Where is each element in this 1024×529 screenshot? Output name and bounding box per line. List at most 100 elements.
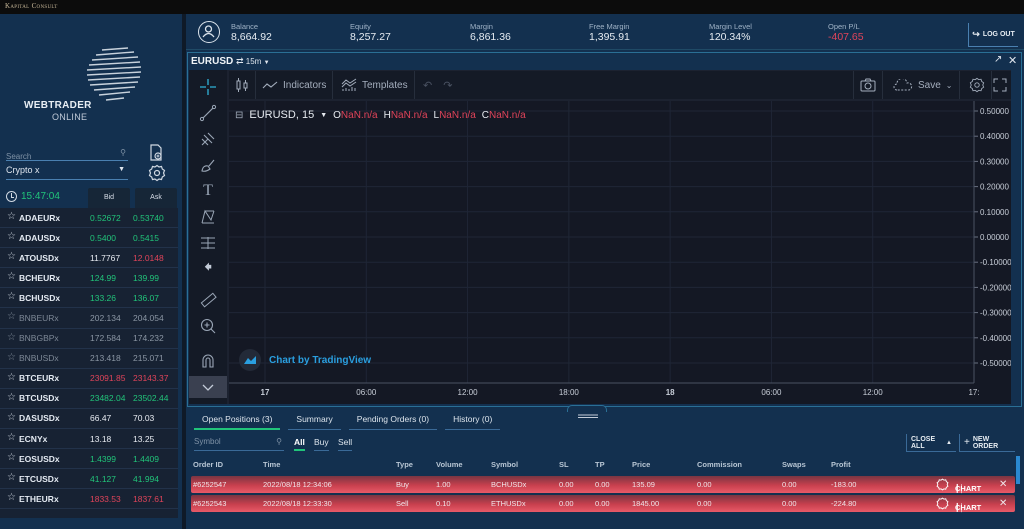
watchlist-bid[interactable]: 0.52672 bbox=[90, 213, 121, 223]
more-tools-chevron-icon[interactable] bbox=[189, 376, 227, 398]
column-header[interactable]: Commission bbox=[697, 460, 742, 469]
user-avatar-icon[interactable] bbox=[198, 21, 220, 43]
watchlist-ask[interactable]: 215.071 bbox=[133, 353, 164, 363]
watchlist-ask[interactable]: 174.232 bbox=[133, 333, 164, 343]
logout-button[interactable]: ↪ LOG OUT bbox=[968, 23, 1018, 47]
filter-all[interactable]: All bbox=[294, 437, 305, 451]
watchlist-ask[interactable]: 1837.61 bbox=[133, 494, 164, 504]
positions-tab[interactable]: Open Positions (3) bbox=[194, 412, 281, 430]
watchlist-bid[interactable]: 0.5400 bbox=[90, 233, 116, 243]
watchlist-ask[interactable]: 204.054 bbox=[133, 313, 164, 323]
star-icon[interactable]: ☆ bbox=[7, 291, 16, 302]
positions-scrollbar[interactable] bbox=[1016, 456, 1020, 484]
tradingview-attribution[interactable]: Chart by TradingView bbox=[239, 349, 371, 371]
new-order-button[interactable]: + NEW ORDER bbox=[959, 434, 1015, 452]
close-position-icon[interactable]: ✕ bbox=[999, 479, 1007, 490]
watchlist-row[interactable]: ☆ ADAUSDx 0.5400 0.5415 bbox=[0, 228, 178, 249]
watchlist-row[interactable]: ☆ ECNYx 13.18 13.25 bbox=[0, 429, 178, 450]
chart-type-button[interactable] bbox=[229, 71, 256, 99]
ruler-icon[interactable] bbox=[198, 290, 218, 310]
watchlist-ask[interactable]: 13.25 bbox=[133, 434, 154, 444]
close-all-button[interactable]: CLOSE ALL ▲ bbox=[906, 434, 956, 452]
legend-title[interactable]: EURUSD, 15 bbox=[249, 109, 314, 121]
positions-tab[interactable]: History (0) bbox=[445, 412, 501, 430]
close-position-icon[interactable]: ✕ bbox=[999, 498, 1007, 509]
watchlist-ask[interactable]: 70.03 bbox=[133, 413, 154, 423]
star-icon[interactable]: ☆ bbox=[7, 251, 16, 262]
symbol-search-input[interactable] bbox=[6, 152, 116, 161]
watchlist-row[interactable]: ☆ BCHUSDx 133.26 136.07 bbox=[0, 288, 178, 309]
modify-gear-icon[interactable] bbox=[936, 478, 949, 493]
star-icon[interactable]: ☆ bbox=[7, 352, 16, 363]
star-icon[interactable]: ☆ bbox=[7, 472, 16, 483]
settings-gear-icon[interactable] bbox=[148, 164, 166, 182]
filter-sell[interactable]: Sell bbox=[338, 437, 353, 451]
timeframe-select[interactable]: ⇄ 15m ▼ bbox=[236, 56, 270, 67]
star-icon[interactable]: ☆ bbox=[7, 452, 16, 463]
panel-resize-handle[interactable] bbox=[567, 405, 607, 418]
watchlist-bid[interactable]: 11.7767 bbox=[90, 253, 120, 263]
star-icon[interactable]: ☆ bbox=[7, 211, 16, 222]
watchlist-ask[interactable]: 41.994 bbox=[133, 474, 159, 484]
watchlist-bid[interactable]: 172.584 bbox=[90, 333, 121, 343]
position-row[interactable]: #6252543 2022/08/18 12:33:30 Sell 0.10 ETHUS… bbox=[191, 495, 1015, 512]
column-header[interactable]: SL bbox=[559, 460, 569, 469]
modify-gear-icon[interactable] bbox=[936, 497, 949, 512]
prediction-icon[interactable] bbox=[198, 233, 218, 253]
watchlist-ask[interactable]: 23502.44 bbox=[133, 393, 168, 403]
star-icon[interactable]: ☆ bbox=[7, 412, 16, 423]
symbol-search[interactable]: ⚲ bbox=[6, 146, 128, 161]
watchlist-row[interactable]: ☆ BNBEURx 202.134 204.054 bbox=[0, 308, 178, 329]
positions-search[interactable]: Symbol ⚲ bbox=[194, 437, 284, 451]
watchlist-ask[interactable]: 0.53740 bbox=[133, 213, 164, 223]
watchlist-bid[interactable]: 23482.04 bbox=[90, 393, 125, 403]
watchlist-row[interactable]: ☆ ADAEURx 0.52672 0.53740 bbox=[0, 208, 178, 229]
positions-search-input[interactable]: Symbol bbox=[194, 437, 221, 446]
fullscreen-button[interactable] bbox=[987, 71, 1013, 99]
star-icon[interactable]: ☆ bbox=[7, 392, 16, 403]
back-arrow-icon[interactable]: 🠸 bbox=[198, 259, 218, 279]
text-tool-icon[interactable]: T bbox=[198, 181, 218, 201]
column-header[interactable]: Swaps bbox=[782, 460, 806, 469]
watchlist-row[interactable]: ☆ EOSUSDx 1.4399 1.4409 bbox=[0, 449, 178, 470]
watchlist-row[interactable]: ☆ ETHEURx 1833.53 1837.61 bbox=[0, 489, 178, 510]
column-header[interactable]: Time bbox=[263, 460, 280, 469]
watchlist-bid[interactable]: 13.18 bbox=[90, 434, 111, 444]
close-icon[interactable]: ✕ bbox=[1008, 54, 1017, 67]
watchlist-row[interactable]: ☆ ATOUSDx 11.7767 12.0148 bbox=[0, 248, 178, 269]
filter-buy[interactable]: Buy bbox=[314, 437, 329, 451]
star-icon[interactable]: ☆ bbox=[7, 311, 16, 322]
bid-column-header[interactable]: Bid bbox=[88, 188, 130, 208]
watchlist-ask[interactable]: 23143.37 bbox=[133, 373, 168, 383]
watchlist-row[interactable]: ☆ BCHEURx 124.99 139.99 bbox=[0, 268, 178, 289]
star-icon[interactable]: ☆ bbox=[7, 271, 16, 282]
ask-column-header[interactable]: Ask bbox=[135, 188, 177, 208]
watchlist-bid[interactable]: 1833.53 bbox=[90, 494, 121, 504]
pitchfork-icon[interactable] bbox=[198, 129, 218, 149]
trend-line-icon[interactable] bbox=[198, 103, 218, 123]
watchlist-bid[interactable]: 1.4399 bbox=[90, 454, 116, 464]
watchlist-row[interactable]: ☆ BTCEURx 23091.85 23143.37 bbox=[0, 369, 178, 389]
collapse-legend-icon[interactable]: ⊟ bbox=[235, 110, 243, 121]
column-header[interactable]: Price bbox=[632, 460, 650, 469]
column-header[interactable]: Profit bbox=[831, 460, 851, 469]
pattern-icon[interactable] bbox=[198, 207, 218, 227]
add-document-icon[interactable] bbox=[148, 144, 166, 162]
watchlist-ask[interactable]: 0.5415 bbox=[133, 233, 159, 243]
watchlist-ask[interactable]: 1.4409 bbox=[133, 454, 159, 464]
watchlist-ask[interactable]: 12.0148 bbox=[133, 253, 164, 263]
positions-tab[interactable]: Pending Orders (0) bbox=[348, 412, 438, 430]
watchlist-bid[interactable]: 133.26 bbox=[90, 293, 116, 303]
magnet-icon[interactable] bbox=[198, 351, 218, 371]
category-select[interactable]: Crypto x ▼ bbox=[6, 165, 128, 180]
watchlist-ask[interactable]: 136.07 bbox=[133, 293, 159, 303]
column-header[interactable]: Symbol bbox=[491, 460, 518, 469]
indicators-button[interactable]: Indicators bbox=[256, 71, 334, 99]
star-icon[interactable]: ☆ bbox=[7, 332, 16, 343]
watchlist-bid[interactable]: 66.47 bbox=[90, 413, 111, 423]
watchlist-bid[interactable]: 202.134 bbox=[90, 313, 121, 323]
watchlist-bid[interactable]: 124.99 bbox=[90, 273, 116, 283]
column-header[interactable]: Order ID bbox=[193, 460, 223, 469]
zoom-in-icon[interactable] bbox=[198, 316, 218, 336]
star-icon[interactable]: ☆ bbox=[7, 432, 16, 443]
